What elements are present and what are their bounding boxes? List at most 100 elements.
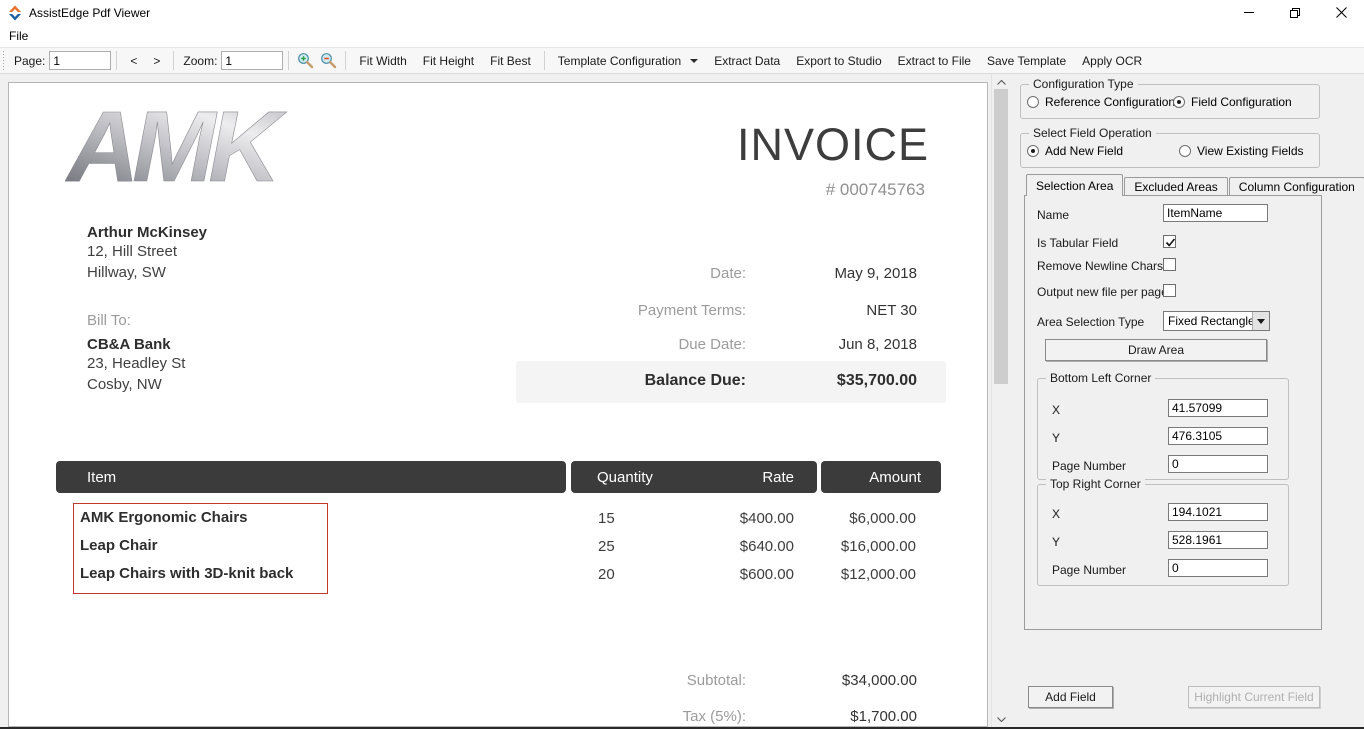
zoom-label: Zoom: <box>183 54 217 68</box>
fit-best-button[interactable]: Fit Best <box>482 49 539 72</box>
output-per-page-checkbox[interactable] <box>1163 284 1176 297</box>
dropdown-button[interactable] <box>1252 312 1269 330</box>
scrollbar-thumb[interactable] <box>994 89 1008 384</box>
radio-icon <box>1027 96 1039 108</box>
configuration-type-group: Configuration Type Reference Configurati… <box>1020 84 1320 119</box>
minimize-button[interactable] <box>1226 0 1272 25</box>
restore-button[interactable] <box>1272 0 1318 25</box>
x-label: X <box>1052 507 1060 521</box>
radio-field-configuration[interactable]: Field Configuration <box>1173 95 1292 109</box>
y-label: Y <box>1052 535 1060 549</box>
bottom-left-y-input[interactable] <box>1168 427 1268 445</box>
y-label: Y <box>1052 431 1060 445</box>
top-right-y-input[interactable] <box>1168 531 1268 549</box>
is-tabular-checkbox[interactable] <box>1163 235 1176 248</box>
invoice-date-row: Date: May 9, 2018 <box>339 265 917 282</box>
bill-to-name: CB&A Bank <box>87 336 185 353</box>
page-label: Page: <box>14 54 45 68</box>
payment-terms-row: Payment Terms: NET 30 <box>339 302 917 319</box>
zoom-input[interactable] <box>221 51 283 70</box>
bottom-left-x-input[interactable] <box>1168 399 1268 417</box>
area-selection-type-dropdown[interactable]: Fixed Rectangle <box>1163 311 1270 331</box>
radio-view-existing-fields[interactable]: View Existing Fields <box>1179 144 1304 158</box>
radio-icon <box>1027 145 1039 157</box>
remove-newline-label: Remove Newline Chars <box>1037 259 1163 273</box>
invoice-title: INVOICE <box>737 119 929 171</box>
company-logo: AMK <box>65 93 325 201</box>
fit-height-button[interactable]: Fit Height <box>415 49 482 72</box>
remove-newline-checkbox[interactable] <box>1163 258 1176 271</box>
check-icon <box>1164 236 1177 249</box>
highlight-current-field-button: Highlight Current Field <box>1188 686 1320 708</box>
top-right-x-input[interactable] <box>1168 503 1268 521</box>
invoice-number: # 000745763 <box>826 180 925 200</box>
fit-width-button[interactable]: Fit Width <box>351 49 414 72</box>
next-page-button[interactable]: > <box>145 49 168 72</box>
table-header-amount: Amount <box>821 461 941 493</box>
tab-strip: Selection Area Excluded Areas Column Con… <box>1026 174 1364 196</box>
prev-page-button[interactable]: < <box>122 49 145 72</box>
toolbar: Page: < > Zoom: Fit Width Fit Height Fit… <box>0 47 1364 74</box>
radio-reference-configuration[interactable]: Reference Configuration <box>1027 95 1175 109</box>
tab-excluded-areas[interactable]: Excluded Areas <box>1124 177 1227 196</box>
configuration-panel: Configuration Type Reference Configurati… <box>1012 74 1364 727</box>
tax-row: Tax (5%): $1,700.00 <box>339 708 917 725</box>
add-field-button[interactable]: Add Field <box>1028 686 1113 708</box>
scroll-up-icon[interactable] <box>992 74 1010 90</box>
menu-file[interactable]: File <box>0 25 37 47</box>
x-label: X <box>1052 403 1060 417</box>
tab-column-configuration[interactable]: Column Configuration <box>1229 177 1364 196</box>
page-input[interactable] <box>49 51 111 70</box>
zoom-in-icon[interactable] <box>297 52 314 69</box>
toolbar-grip <box>2 51 7 70</box>
is-tabular-label: Is Tabular Field <box>1037 236 1118 250</box>
table-header-qty-rate: Quantity Rate <box>571 461 817 493</box>
scroll-down-icon[interactable] <box>992 711 1010 727</box>
balance-due-label: Balance Due: <box>516 372 746 390</box>
app-logo-icon <box>7 5 23 21</box>
tab-selection-area[interactable]: Selection Area <box>1026 174 1123 196</box>
radio-add-new-field[interactable]: Add New Field <box>1027 144 1123 158</box>
balance-due-bar: Balance Due: $35,700.00 <box>516 361 946 403</box>
top-right-page-input[interactable] <box>1168 559 1268 577</box>
name-input[interactable] <box>1163 204 1268 222</box>
table-header-item: Item <box>56 461 566 493</box>
extract-to-file-button[interactable]: Extract to File <box>890 49 979 72</box>
area-selection-type-label: Area Selection Type <box>1037 315 1144 329</box>
field-operation-group: Select Field Operation Add New Field Vie… <box>1020 133 1320 168</box>
zoom-out-icon[interactable] <box>320 52 337 69</box>
subtotal-row: Subtotal: $34,000.00 <box>339 672 917 689</box>
apply-ocr-button[interactable]: Apply OCR <box>1074 49 1150 72</box>
sender-name: Arthur McKinsey <box>87 224 207 241</box>
sender-address: Arthur McKinsey 12, Hill Street Hillway,… <box>87 224 207 283</box>
sender-street: 12, Hill Street <box>87 241 207 262</box>
bill-to-street: 23, Headley St <box>87 353 185 374</box>
pdf-page[interactable]: AMK INVOICE # 000745763 Arthur McKinsey … <box>8 82 988 727</box>
page-number-label: Page Number <box>1052 563 1126 577</box>
selection-area-tabpage: Name Is Tabular Field Remove Newline Cha… <box>1024 195 1322 630</box>
radio-icon <box>1179 145 1191 157</box>
draw-area-button[interactable]: Draw Area <box>1045 339 1267 361</box>
close-button[interactable] <box>1318 0 1364 25</box>
name-label: Name <box>1037 208 1069 222</box>
title-bar: AssistEdge Pdf Viewer <box>0 0 1364 25</box>
template-configuration-menu[interactable]: Template Configuration <box>550 49 706 72</box>
menu-bar: File <box>0 25 1364 47</box>
window-title: AssistEdge Pdf Viewer <box>29 6 150 20</box>
sender-city: Hillway, SW <box>87 262 207 283</box>
field-selection-rectangle[interactable] <box>73 503 328 594</box>
top-right-corner-group: Top Right Corner X Y Page Number <box>1037 484 1289 586</box>
save-template-button[interactable]: Save Template <box>979 49 1074 72</box>
bill-to-label: Bill To: <box>87 312 185 329</box>
output-per-page-label: Output new file per page <box>1037 285 1168 299</box>
extract-data-button[interactable]: Extract Data <box>706 49 788 72</box>
due-date-row: Due Date: Jun 8, 2018 <box>339 336 917 353</box>
export-to-studio-button[interactable]: Export to Studio <box>788 49 889 72</box>
vertical-scrollbar[interactable] <box>991 74 1009 727</box>
logo-text: AMK <box>65 93 288 198</box>
bottom-left-page-input[interactable] <box>1168 455 1268 473</box>
bottom-left-corner-group: Bottom Left Corner X Y Page Number <box>1037 378 1289 480</box>
radio-icon <box>1173 96 1185 108</box>
chevron-down-icon <box>1257 319 1265 324</box>
bill-to-city: Cosby, NW <box>87 374 185 395</box>
